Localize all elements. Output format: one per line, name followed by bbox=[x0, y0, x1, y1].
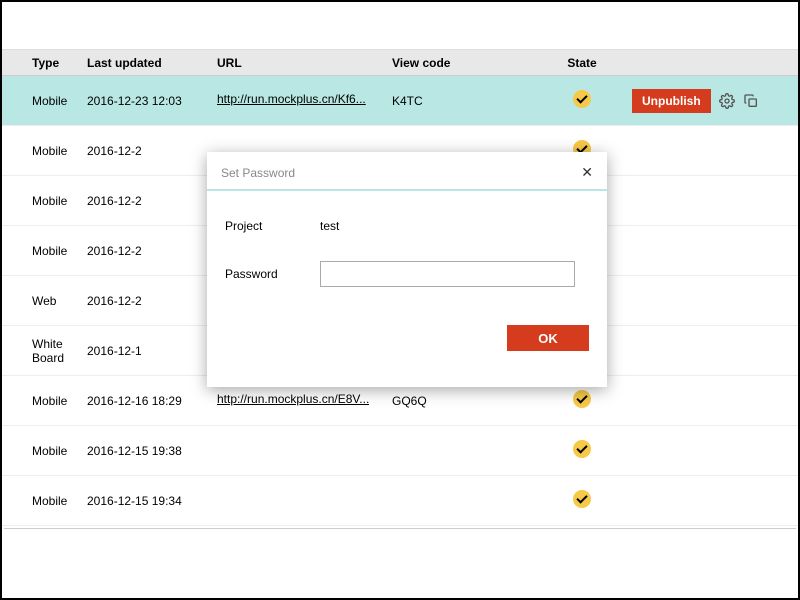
dialog-title: Set Password bbox=[221, 166, 295, 180]
close-icon[interactable]: ✕ bbox=[581, 164, 593, 181]
password-label: Password bbox=[225, 267, 320, 281]
project-value: test bbox=[320, 219, 339, 233]
set-password-dialog: Set Password ✕ Project test Password OK bbox=[207, 152, 607, 387]
ok-button[interactable]: OK bbox=[507, 325, 589, 351]
project-label: Project bbox=[225, 219, 320, 233]
modal-backdrop: Set Password ✕ Project test Password OK bbox=[2, 2, 798, 598]
password-input[interactable] bbox=[320, 261, 575, 287]
